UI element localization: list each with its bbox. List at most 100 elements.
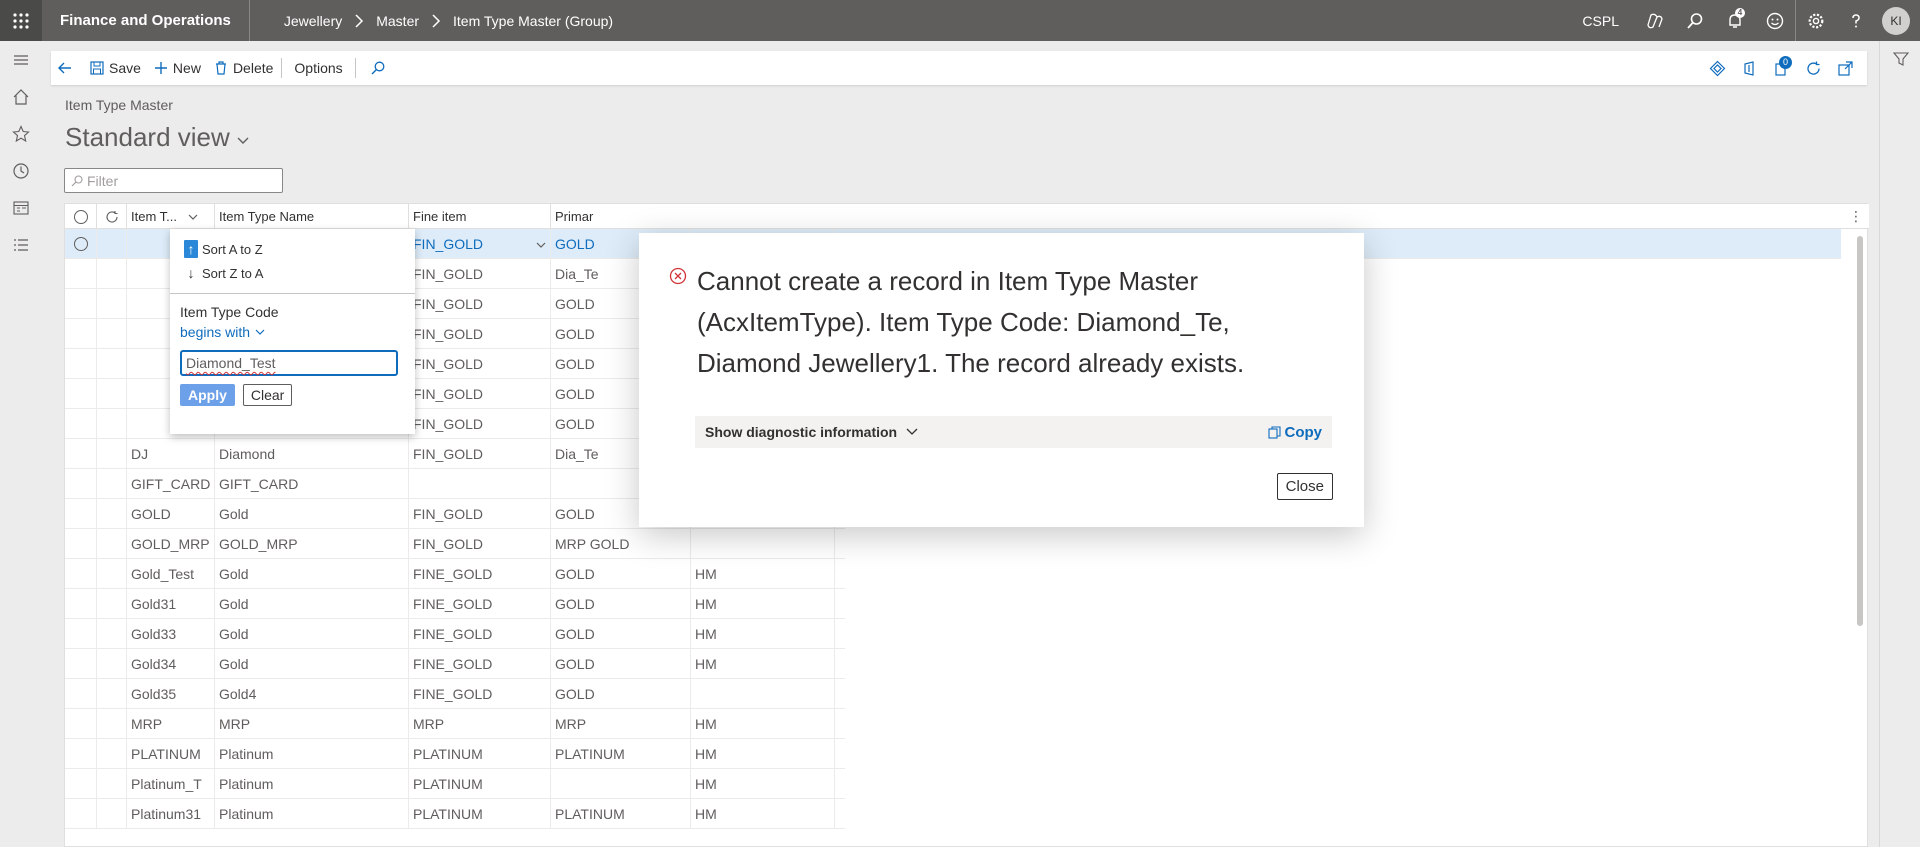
filter-operator-dropdown[interactable]: begins with	[170, 324, 415, 340]
power-apps-icon[interactable]	[1701, 51, 1733, 85]
favorites-star-icon[interactable]	[0, 115, 41, 152]
table-cell-code[interactable]: Gold35	[127, 679, 215, 709]
close-button[interactable]: Close	[1276, 473, 1333, 500]
table-row[interactable]: Gold_Test Gold FINE_GOLD GOLD HM	[65, 559, 845, 589]
table-cell-fine[interactable]	[409, 469, 551, 499]
table-cell-extra[interactable]: HM	[691, 619, 835, 649]
table-cell-code[interactable]: GOLD	[127, 499, 215, 529]
table-cell-code[interactable]: GIFT_CARD	[127, 469, 215, 499]
table-cell-name[interactable]: Gold	[215, 649, 409, 679]
table-cell-name[interactable]: GIFT_CARD	[215, 469, 409, 499]
apply-button[interactable]: Apply	[180, 384, 235, 406]
modules-list-icon[interactable]	[0, 226, 41, 263]
hamburger-menu-icon[interactable]	[0, 41, 41, 78]
recent-clock-icon[interactable]	[0, 152, 41, 189]
delete-button[interactable]: Delete	[207, 51, 279, 85]
breadcrumb-jewellery[interactable]: Jewellery	[284, 13, 342, 29]
table-cell-fine[interactable]: PLATINUM	[409, 769, 551, 799]
table-cell-name[interactable]: Gold	[215, 559, 409, 589]
breadcrumb-item-type-master[interactable]: Item Type Master (Group)	[453, 13, 613, 29]
table-cell-name[interactable]: Gold	[215, 619, 409, 649]
row-select-radio[interactable]	[65, 619, 97, 649]
table-cell-extra[interactable]: HM	[691, 769, 835, 799]
copy-button[interactable]: Copy	[1267, 416, 1322, 448]
table-row[interactable]: Gold35 Gold4 FINE_GOLD GOLD	[65, 679, 845, 709]
search-icon[interactable]	[358, 51, 402, 85]
attachments-icon[interactable]: 0	[1765, 51, 1797, 85]
table-cell-primary[interactable]: MRP	[551, 709, 691, 739]
table-cell-code[interactable]: Platinum31	[127, 799, 215, 829]
office-icon[interactable]	[1733, 51, 1765, 85]
table-cell-primary[interactable]: GOLD	[551, 619, 691, 649]
row-select-radio[interactable]	[65, 289, 97, 319]
row-select-radio[interactable]	[65, 739, 97, 769]
filter-pane-icon[interactable]	[1880, 41, 1920, 77]
table-row[interactable]: Platinum_T Platinum PLATINUM HM	[65, 769, 845, 799]
filter-value-input[interactable]: Diamond_Test	[180, 350, 398, 376]
table-cell-fine[interactable]: MRP	[409, 709, 551, 739]
row-select-radio[interactable]	[65, 229, 97, 259]
open-new-window-icon[interactable]	[1829, 51, 1861, 85]
vertical-scrollbar[interactable]	[1857, 236, 1863, 626]
column-header-fine-item[interactable]: Fine item	[409, 204, 551, 229]
table-row[interactable]: Gold33 Gold FINE_GOLD GOLD HM	[65, 619, 845, 649]
table-cell-primary[interactable]: PLATINUM	[551, 739, 691, 769]
table-cell-extra[interactable]: HM	[691, 739, 835, 769]
table-cell-code[interactable]: GOLD_MRP	[127, 529, 215, 559]
row-select-radio[interactable]	[65, 439, 97, 469]
table-cell-code[interactable]: Gold31	[127, 589, 215, 619]
view-selector[interactable]: Standard view	[65, 122, 250, 153]
row-select-radio[interactable]	[65, 259, 97, 289]
table-cell-extra[interactable]: HM	[691, 559, 835, 589]
select-all-checkbox[interactable]	[65, 204, 97, 229]
options-tab[interactable]: Options	[284, 51, 352, 85]
table-cell-fine[interactable]: FIN_GOLD	[409, 529, 551, 559]
table-cell-extra[interactable]: HM	[691, 709, 835, 739]
row-select-radio[interactable]	[65, 769, 97, 799]
row-select-radio[interactable]	[65, 379, 97, 409]
company-picker[interactable]: CSPL	[1582, 13, 1619, 29]
back-button[interactable]	[51, 51, 83, 85]
table-cell-primary[interactable]: MRP GOLD	[551, 529, 691, 559]
table-cell-name[interactable]: Diamond	[215, 439, 409, 469]
table-cell-primary[interactable]	[551, 769, 691, 799]
row-select-radio[interactable]	[65, 349, 97, 379]
app-title[interactable]: Finance and Operations	[42, 0, 250, 41]
column-header-item-type-code[interactable]: Item T...	[127, 204, 215, 229]
table-cell-code[interactable]: Gold_Test	[127, 559, 215, 589]
table-cell-extra[interactable]	[691, 529, 835, 559]
show-diagnostic-toggle[interactable]: Show diagnostic information	[705, 424, 919, 440]
row-select-radio[interactable]	[65, 559, 97, 589]
table-row[interactable]: MRP MRP MRP MRP HM	[65, 709, 845, 739]
table-row[interactable]: Gold31 Gold FINE_GOLD GOLD HM	[65, 589, 845, 619]
table-cell-primary[interactable]: GOLD	[551, 649, 691, 679]
table-cell-name[interactable]: Platinum	[215, 769, 409, 799]
column-header-item-type-name[interactable]: Item Type Name	[215, 204, 409, 229]
table-cell-fine[interactable]: FIN_GOLD	[409, 409, 551, 439]
search-icon[interactable]	[1675, 0, 1715, 41]
row-select-radio[interactable]	[65, 679, 97, 709]
row-select-radio[interactable]	[65, 589, 97, 619]
row-select-radio[interactable]	[65, 409, 97, 439]
table-cell-primary[interactable]: PLATINUM	[551, 799, 691, 829]
refresh-icon[interactable]	[97, 204, 127, 229]
row-select-radio[interactable]	[65, 469, 97, 499]
table-cell-code[interactable]: Platinum_T	[127, 769, 215, 799]
row-select-radio[interactable]	[65, 499, 97, 529]
table-cell-fine[interactable]: FIN_GOLD	[409, 229, 551, 259]
table-cell-code[interactable]: MRP	[127, 709, 215, 739]
table-cell-name[interactable]: GOLD_MRP	[215, 529, 409, 559]
table-cell-primary[interactable]: GOLD	[551, 559, 691, 589]
table-cell-fine[interactable]: FINE_GOLD	[409, 649, 551, 679]
table-cell-fine[interactable]: FIN_GOLD	[409, 379, 551, 409]
table-cell-fine[interactable]: FIN_GOLD	[409, 259, 551, 289]
copilot-icon[interactable]	[1635, 0, 1675, 41]
breadcrumb-master[interactable]: Master	[376, 13, 419, 29]
table-row[interactable]: GOLD_MRP GOLD_MRP FIN_GOLD MRP GOLD	[65, 529, 845, 559]
table-cell-name[interactable]: Gold	[215, 589, 409, 619]
home-icon[interactable]	[0, 78, 41, 115]
smiley-icon[interactable]	[1755, 0, 1795, 41]
table-cell-code[interactable]: PLATINUM	[127, 739, 215, 769]
clear-button[interactable]: Clear	[242, 384, 293, 406]
table-cell-fine[interactable]: FIN_GOLD	[409, 289, 551, 319]
